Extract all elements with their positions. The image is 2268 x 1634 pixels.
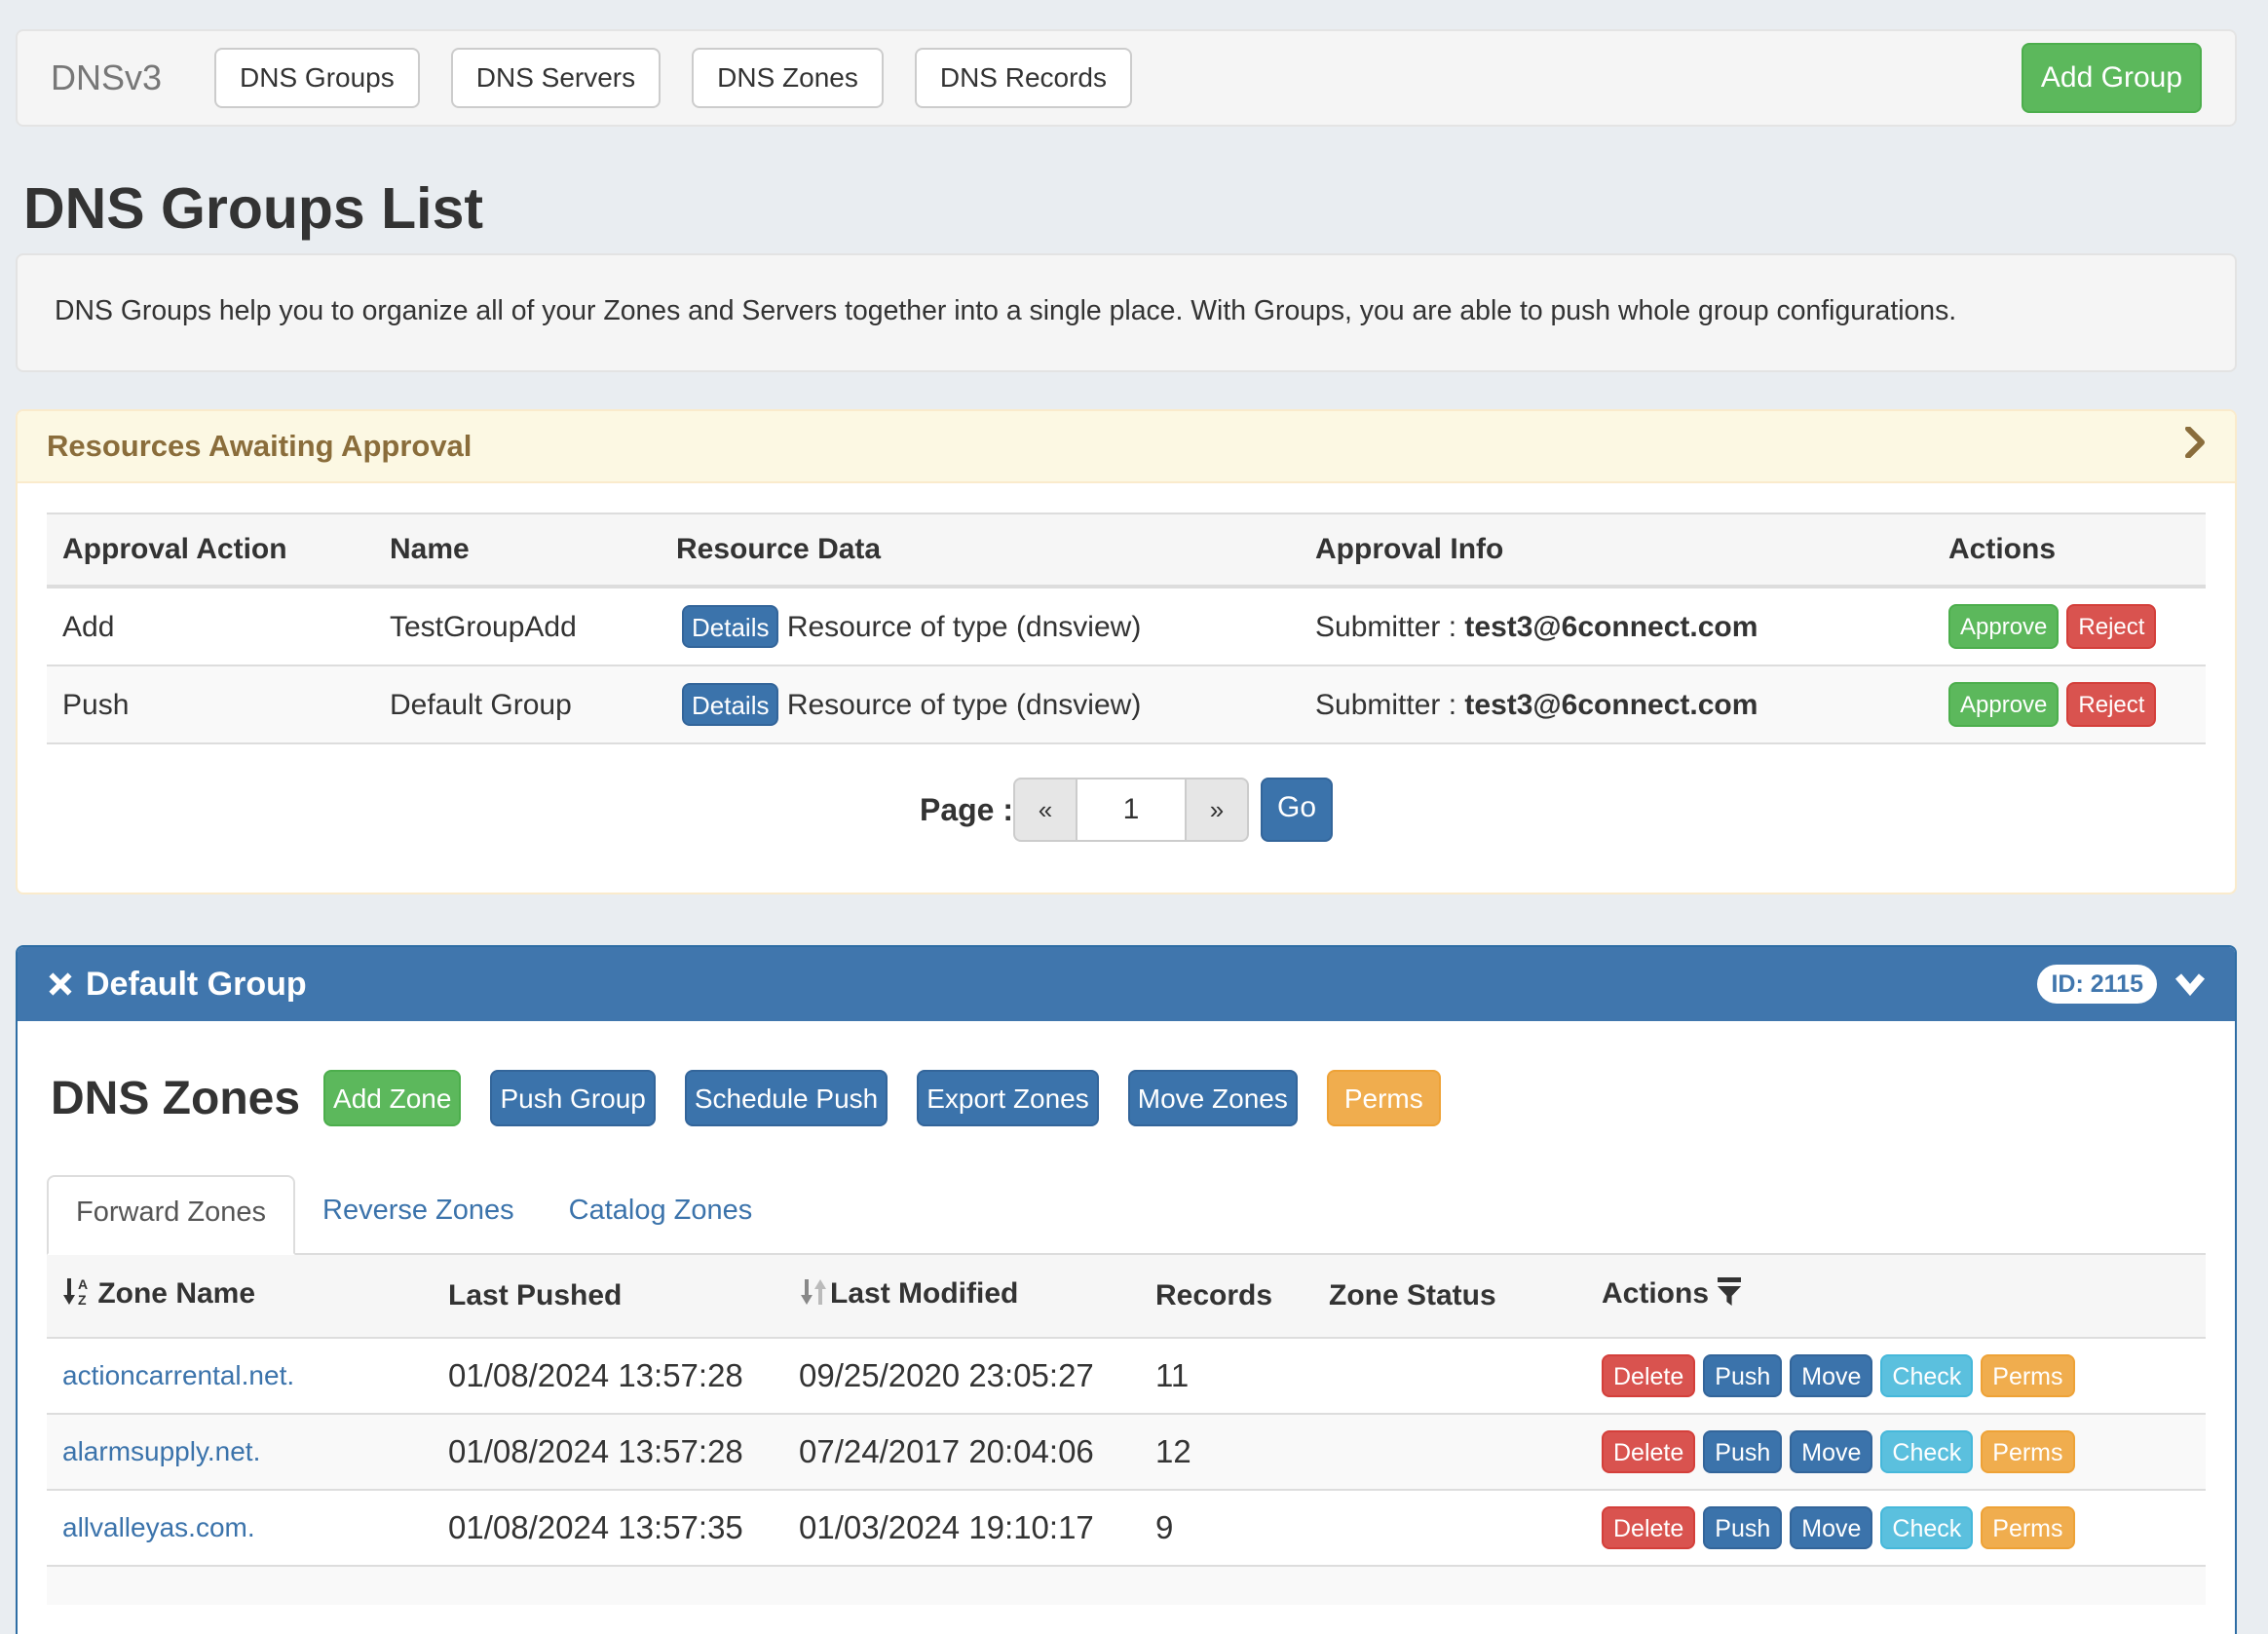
svg-text:Z: Z	[78, 1292, 87, 1307]
svg-text:A: A	[78, 1277, 88, 1292]
